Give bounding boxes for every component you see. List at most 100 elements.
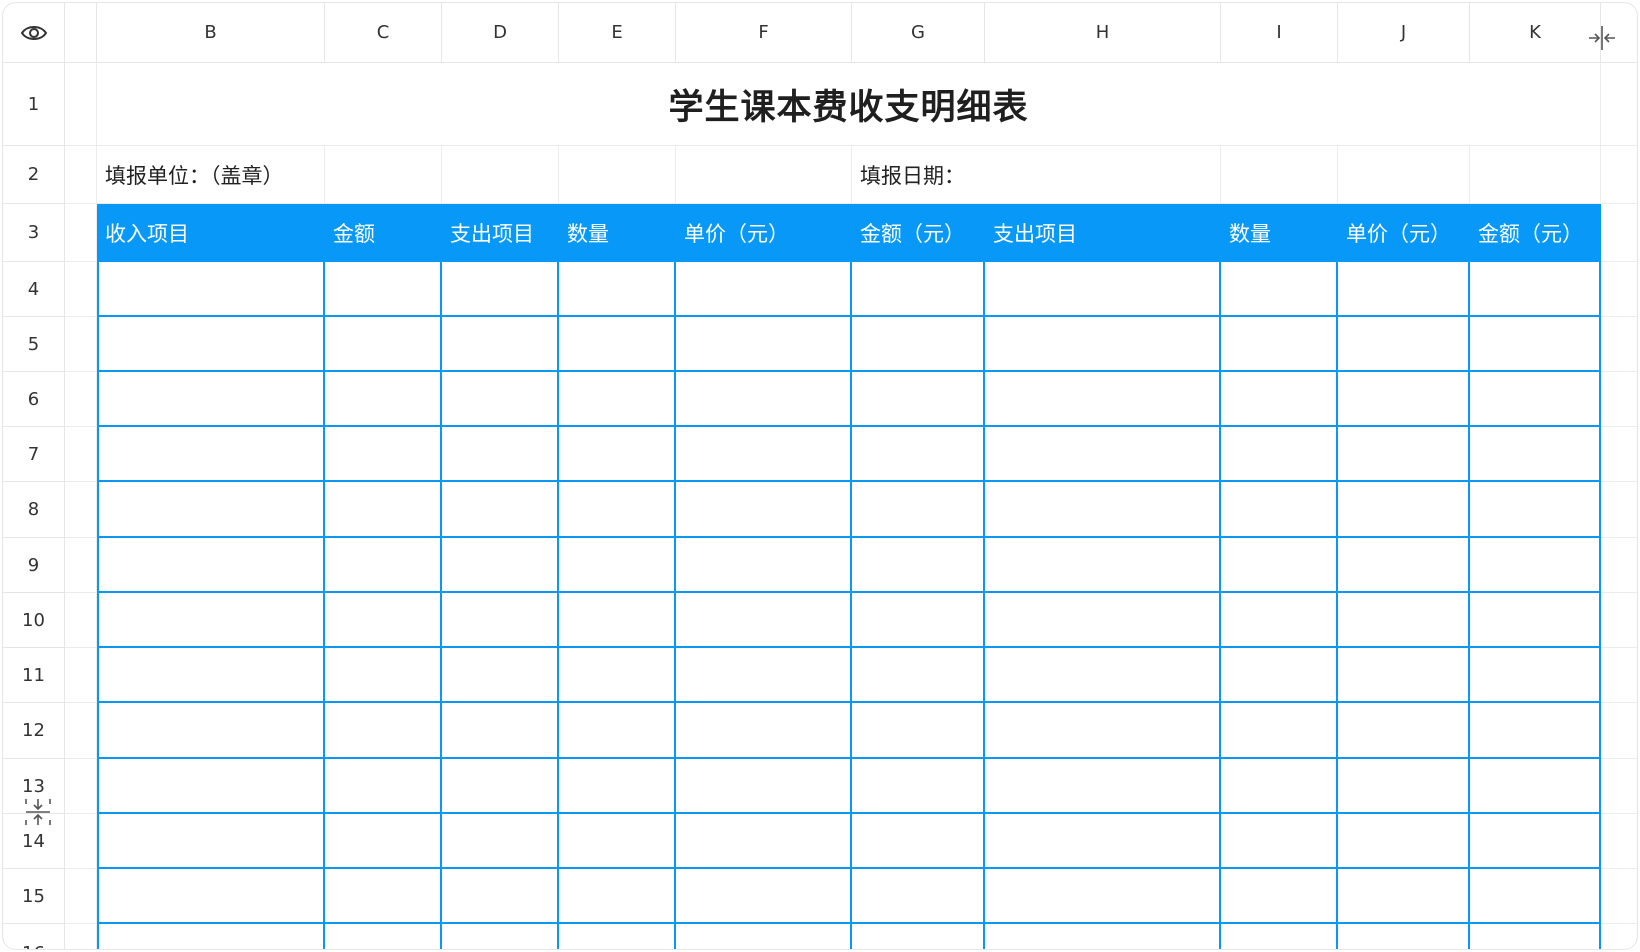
- table-cell[interactable]: [676, 482, 852, 538]
- table-cell[interactable]: [1470, 427, 1601, 482]
- row-header-8[interactable]: 8: [3, 482, 65, 538]
- table-cell[interactable]: [1221, 317, 1338, 372]
- table-cell[interactable]: [1221, 538, 1338, 593]
- row-header-3[interactable]: 3: [3, 204, 65, 262]
- table-header-c[interactable]: 金额: [325, 204, 442, 262]
- table-cell[interactable]: [985, 924, 1221, 949]
- cell[interactable]: [1470, 146, 1601, 204]
- table-cell[interactable]: [1338, 703, 1470, 759]
- collapse-columns-button[interactable]: [1585, 21, 1619, 55]
- overflow-cell[interactable]: [1601, 924, 1637, 949]
- overflow-cell[interactable]: [1601, 869, 1637, 924]
- overflow-cell[interactable]: [1601, 593, 1637, 648]
- table-cell[interactable]: [1338, 814, 1470, 869]
- gutter-cell[interactable]: [65, 814, 97, 869]
- column-header-f[interactable]: F: [676, 3, 852, 63]
- table-cell[interactable]: [442, 427, 559, 482]
- table-cell[interactable]: [1470, 262, 1601, 317]
- column-header-c[interactable]: C: [325, 3, 442, 63]
- overflow-cell[interactable]: [1601, 204, 1637, 262]
- table-cell[interactable]: [559, 703, 676, 759]
- table-cell[interactable]: [985, 759, 1221, 814]
- table-cell[interactable]: [325, 648, 442, 703]
- row-header-12[interactable]: 12: [3, 703, 65, 759]
- table-cell[interactable]: [985, 814, 1221, 869]
- table-cell[interactable]: [985, 262, 1221, 317]
- table-cell[interactable]: [676, 703, 852, 759]
- table-cell[interactable]: [442, 814, 559, 869]
- table-cell[interactable]: [1338, 317, 1470, 372]
- cell[interactable]: [1221, 146, 1338, 204]
- table-cell[interactable]: [676, 317, 852, 372]
- sheet-title[interactable]: 学生课本费收支明细表: [97, 63, 1601, 146]
- table-cell[interactable]: [442, 759, 559, 814]
- table-header-j[interactable]: 单价（元）: [1338, 204, 1470, 262]
- table-cell[interactable]: [325, 924, 442, 949]
- table-cell[interactable]: [852, 648, 985, 703]
- table-cell[interactable]: [559, 814, 676, 869]
- table-cell[interactable]: [97, 482, 325, 538]
- gutter-cell[interactable]: [65, 204, 97, 262]
- table-cell[interactable]: [1221, 482, 1338, 538]
- table-cell[interactable]: [97, 317, 325, 372]
- table-header-h[interactable]: 支出项目: [985, 204, 1221, 262]
- table-cell[interactable]: [97, 703, 325, 759]
- table-header-i[interactable]: 数量: [1221, 204, 1338, 262]
- column-header-g[interactable]: G: [852, 3, 985, 63]
- table-cell[interactable]: [985, 538, 1221, 593]
- fill-date-label[interactable]: 填报日期：: [852, 146, 1221, 204]
- row-header-6[interactable]: 6: [3, 372, 65, 427]
- row-header-5[interactable]: 5: [3, 317, 65, 372]
- table-cell[interactable]: [1470, 482, 1601, 538]
- table-cell[interactable]: [97, 759, 325, 814]
- gutter-cell[interactable]: [65, 703, 97, 759]
- table-cell[interactable]: [559, 372, 676, 427]
- overflow-cell[interactable]: [1601, 538, 1637, 593]
- table-cell[interactable]: [442, 262, 559, 317]
- table-cell[interactable]: [325, 262, 442, 317]
- collapse-rows-button[interactable]: [23, 797, 53, 827]
- table-cell[interactable]: [852, 482, 985, 538]
- table-cell[interactable]: [1221, 924, 1338, 949]
- table-cell[interactable]: [1470, 869, 1601, 924]
- column-header-d[interactable]: D: [442, 3, 559, 63]
- table-cell[interactable]: [559, 593, 676, 648]
- table-cell[interactable]: [97, 593, 325, 648]
- column-header-e[interactable]: E: [559, 3, 676, 63]
- table-cell[interactable]: [1338, 538, 1470, 593]
- table-cell[interactable]: [442, 924, 559, 949]
- table-cell[interactable]: [1470, 703, 1601, 759]
- table-cell[interactable]: [559, 482, 676, 538]
- cell[interactable]: [676, 146, 852, 204]
- row-header-4[interactable]: 4: [3, 262, 65, 317]
- table-cell[interactable]: [852, 703, 985, 759]
- gutter-cell[interactable]: [65, 317, 97, 372]
- table-cell[interactable]: [1338, 924, 1470, 949]
- table-cell[interactable]: [97, 538, 325, 593]
- table-cell[interactable]: [1221, 648, 1338, 703]
- overflow-cell[interactable]: [1601, 63, 1637, 146]
- overflow-cell[interactable]: [1601, 372, 1637, 427]
- row-header-2[interactable]: 2: [3, 146, 65, 204]
- table-header-d[interactable]: 支出项目: [442, 204, 559, 262]
- table-cell[interactable]: [676, 593, 852, 648]
- table-cell[interactable]: [852, 317, 985, 372]
- table-cell[interactable]: [1338, 759, 1470, 814]
- table-cell[interactable]: [97, 924, 325, 949]
- cell[interactable]: [325, 146, 442, 204]
- table-cell[interactable]: [676, 759, 852, 814]
- eye-icon[interactable]: [20, 23, 48, 43]
- table-cell[interactable]: [985, 427, 1221, 482]
- table-cell[interactable]: [1338, 869, 1470, 924]
- fill-unit-label[interactable]: 填报单位：（盖章）: [97, 146, 325, 204]
- table-cell[interactable]: [985, 703, 1221, 759]
- table-cell[interactable]: [559, 924, 676, 949]
- table-cell[interactable]: [1470, 759, 1601, 814]
- table-cell[interactable]: [97, 814, 325, 869]
- gutter-cell[interactable]: [65, 538, 97, 593]
- table-cell[interactable]: [852, 538, 985, 593]
- row-header-15[interactable]: 15: [3, 869, 65, 924]
- table-cell[interactable]: [676, 924, 852, 949]
- overflow-cell[interactable]: [1601, 648, 1637, 703]
- table-cell[interactable]: [985, 317, 1221, 372]
